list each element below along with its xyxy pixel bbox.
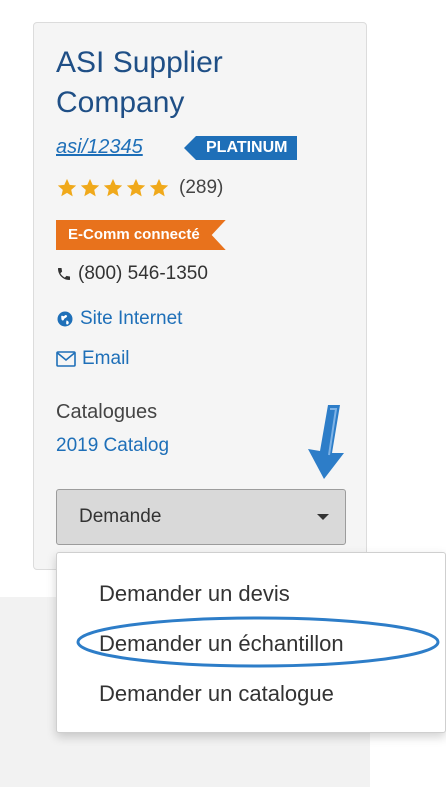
menu-item-catalog[interactable]: Demander un catalogue <box>99 681 334 707</box>
tier-badge: PLATINUM <box>184 136 298 160</box>
website-link[interactable]: Site Internet <box>80 308 182 330</box>
request-dropdown-menu: Demander un devis Demander un échantillo… <box>56 552 446 733</box>
star-icon <box>56 177 78 199</box>
review-count[interactable]: (289) <box>179 177 223 199</box>
email-row[interactable]: Email <box>56 348 130 370</box>
supplier-name[interactable]: ASI Supplier Company <box>56 43 356 123</box>
supplier-card: ASI Supplier Company asi/12345 PLATINUM … <box>33 22 367 570</box>
menu-item-sample[interactable]: Demander un échantillon <box>99 631 344 657</box>
ecomm-badge: E-Comm connecté <box>56 220 226 250</box>
star-icon <box>102 177 124 199</box>
page-background-column <box>370 0 446 470</box>
rating[interactable]: (289) <box>56 175 223 201</box>
envelope-icon <box>56 351 76 367</box>
phone-icon <box>56 266 72 282</box>
asi-number-link[interactable]: asi/12345 <box>56 136 143 159</box>
website-row[interactable]: Site Internet <box>56 308 182 330</box>
star-icon <box>79 177 101 199</box>
down-arrow-icon <box>304 403 348 486</box>
globe-icon <box>56 310 74 328</box>
request-dropdown-label: Demande <box>79 506 162 527</box>
email-link[interactable]: Email <box>82 348 130 370</box>
star-icon <box>148 177 170 199</box>
catalog-link[interactable]: 2019 Catalog <box>56 435 169 457</box>
request-dropdown-button[interactable]: Demande <box>56 489 346 545</box>
catalogues-heading: Catalogues <box>56 401 158 423</box>
phone-number[interactable]: (800) 546-1350 <box>78 263 208 285</box>
caret-down-icon <box>317 514 329 520</box>
menu-item-quote[interactable]: Demander un devis <box>99 581 290 607</box>
phone-row: (800) 546-1350 <box>56 263 208 285</box>
star-icon <box>125 177 147 199</box>
